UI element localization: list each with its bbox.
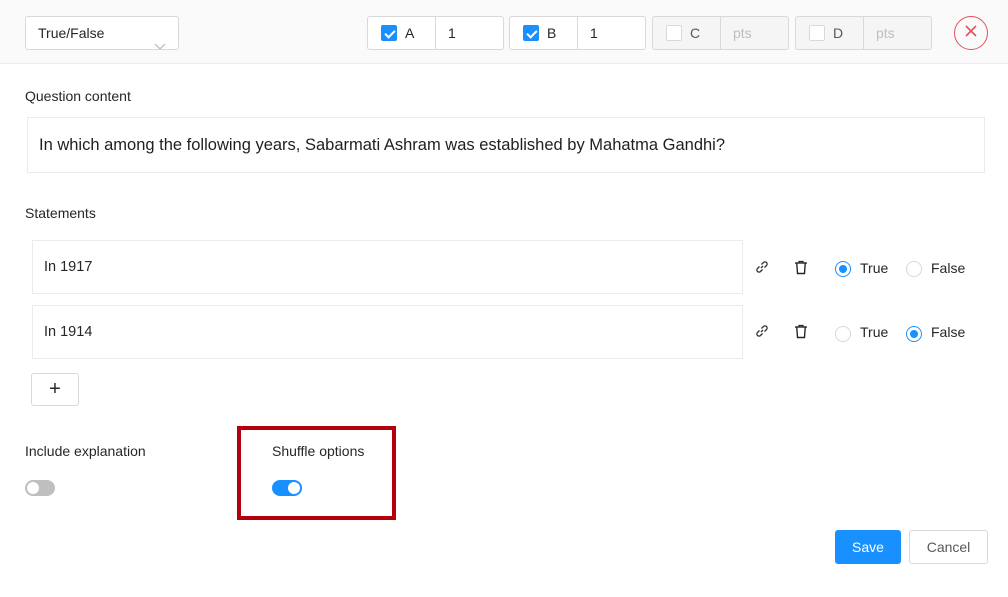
option-b-points-input[interactable]: 1: [578, 17, 645, 49]
question-type-select[interactable]: True/False: [25, 16, 179, 50]
option-b-checkbox[interactable]: B: [510, 17, 578, 49]
option-d-points-input[interactable]: pts: [864, 17, 931, 49]
statement-1-true-label: True: [860, 260, 889, 276]
link-icon[interactable]: [753, 258, 771, 276]
close-x-icon: [964, 24, 978, 43]
option-d-label: D: [833, 25, 844, 41]
statement-2-true-label: True: [860, 324, 889, 340]
trash-icon[interactable]: [792, 258, 810, 276]
statement-2-false-label: False: [931, 324, 966, 340]
statement-input-1[interactable]: In 1917: [32, 240, 743, 294]
question-toolbar: True/False A 1 B 1 C pts D pts: [0, 0, 1008, 64]
option-b-group: B 1: [509, 16, 646, 50]
option-b-label: B: [547, 25, 557, 41]
question-content-label: Question content: [25, 88, 131, 104]
include-explanation-label: Include explanation: [25, 443, 146, 459]
option-c-checkbox[interactable]: C: [653, 17, 721, 49]
option-a-group: A 1: [367, 16, 504, 50]
close-button[interactable]: [954, 16, 988, 50]
toggle-knob: [27, 482, 39, 494]
checkbox-checked-icon: [381, 25, 397, 41]
cancel-button[interactable]: Cancel: [909, 530, 988, 564]
option-d-group: D pts: [795, 16, 932, 50]
option-c-group: C pts: [652, 16, 789, 50]
option-c-label: C: [690, 25, 701, 41]
option-a-checkbox[interactable]: A: [368, 17, 436, 49]
question-content-input[interactable]: In which among the following years, Saba…: [27, 117, 985, 173]
statement-2-false-radio[interactable]: [906, 326, 922, 342]
checkbox-checked-icon: [523, 25, 539, 41]
option-a-points-input[interactable]: 1: [436, 17, 503, 49]
option-a-label: A: [405, 25, 415, 41]
option-d-checkbox[interactable]: D: [796, 17, 864, 49]
statement-2-true-radio[interactable]: [835, 326, 851, 342]
highlight-box: [237, 426, 396, 520]
statement-input-2[interactable]: In 1914: [32, 305, 743, 359]
add-statement-button[interactable]: +: [31, 373, 79, 406]
chevron-down-icon: [154, 30, 166, 62]
statements-label: Statements: [25, 205, 96, 221]
trash-icon[interactable]: [792, 322, 810, 340]
question-type-value: True/False: [38, 25, 105, 41]
statement-1-false-radio[interactable]: [906, 261, 922, 277]
save-button[interactable]: Save: [835, 530, 901, 564]
link-icon[interactable]: [753, 322, 771, 340]
include-explanation-toggle[interactable]: [25, 480, 55, 496]
statement-1-false-label: False: [931, 260, 966, 276]
option-c-points-input[interactable]: pts: [721, 17, 788, 49]
checkbox-empty-icon: [666, 25, 682, 41]
statement-1-true-radio[interactable]: [835, 261, 851, 277]
checkbox-empty-icon: [809, 25, 825, 41]
